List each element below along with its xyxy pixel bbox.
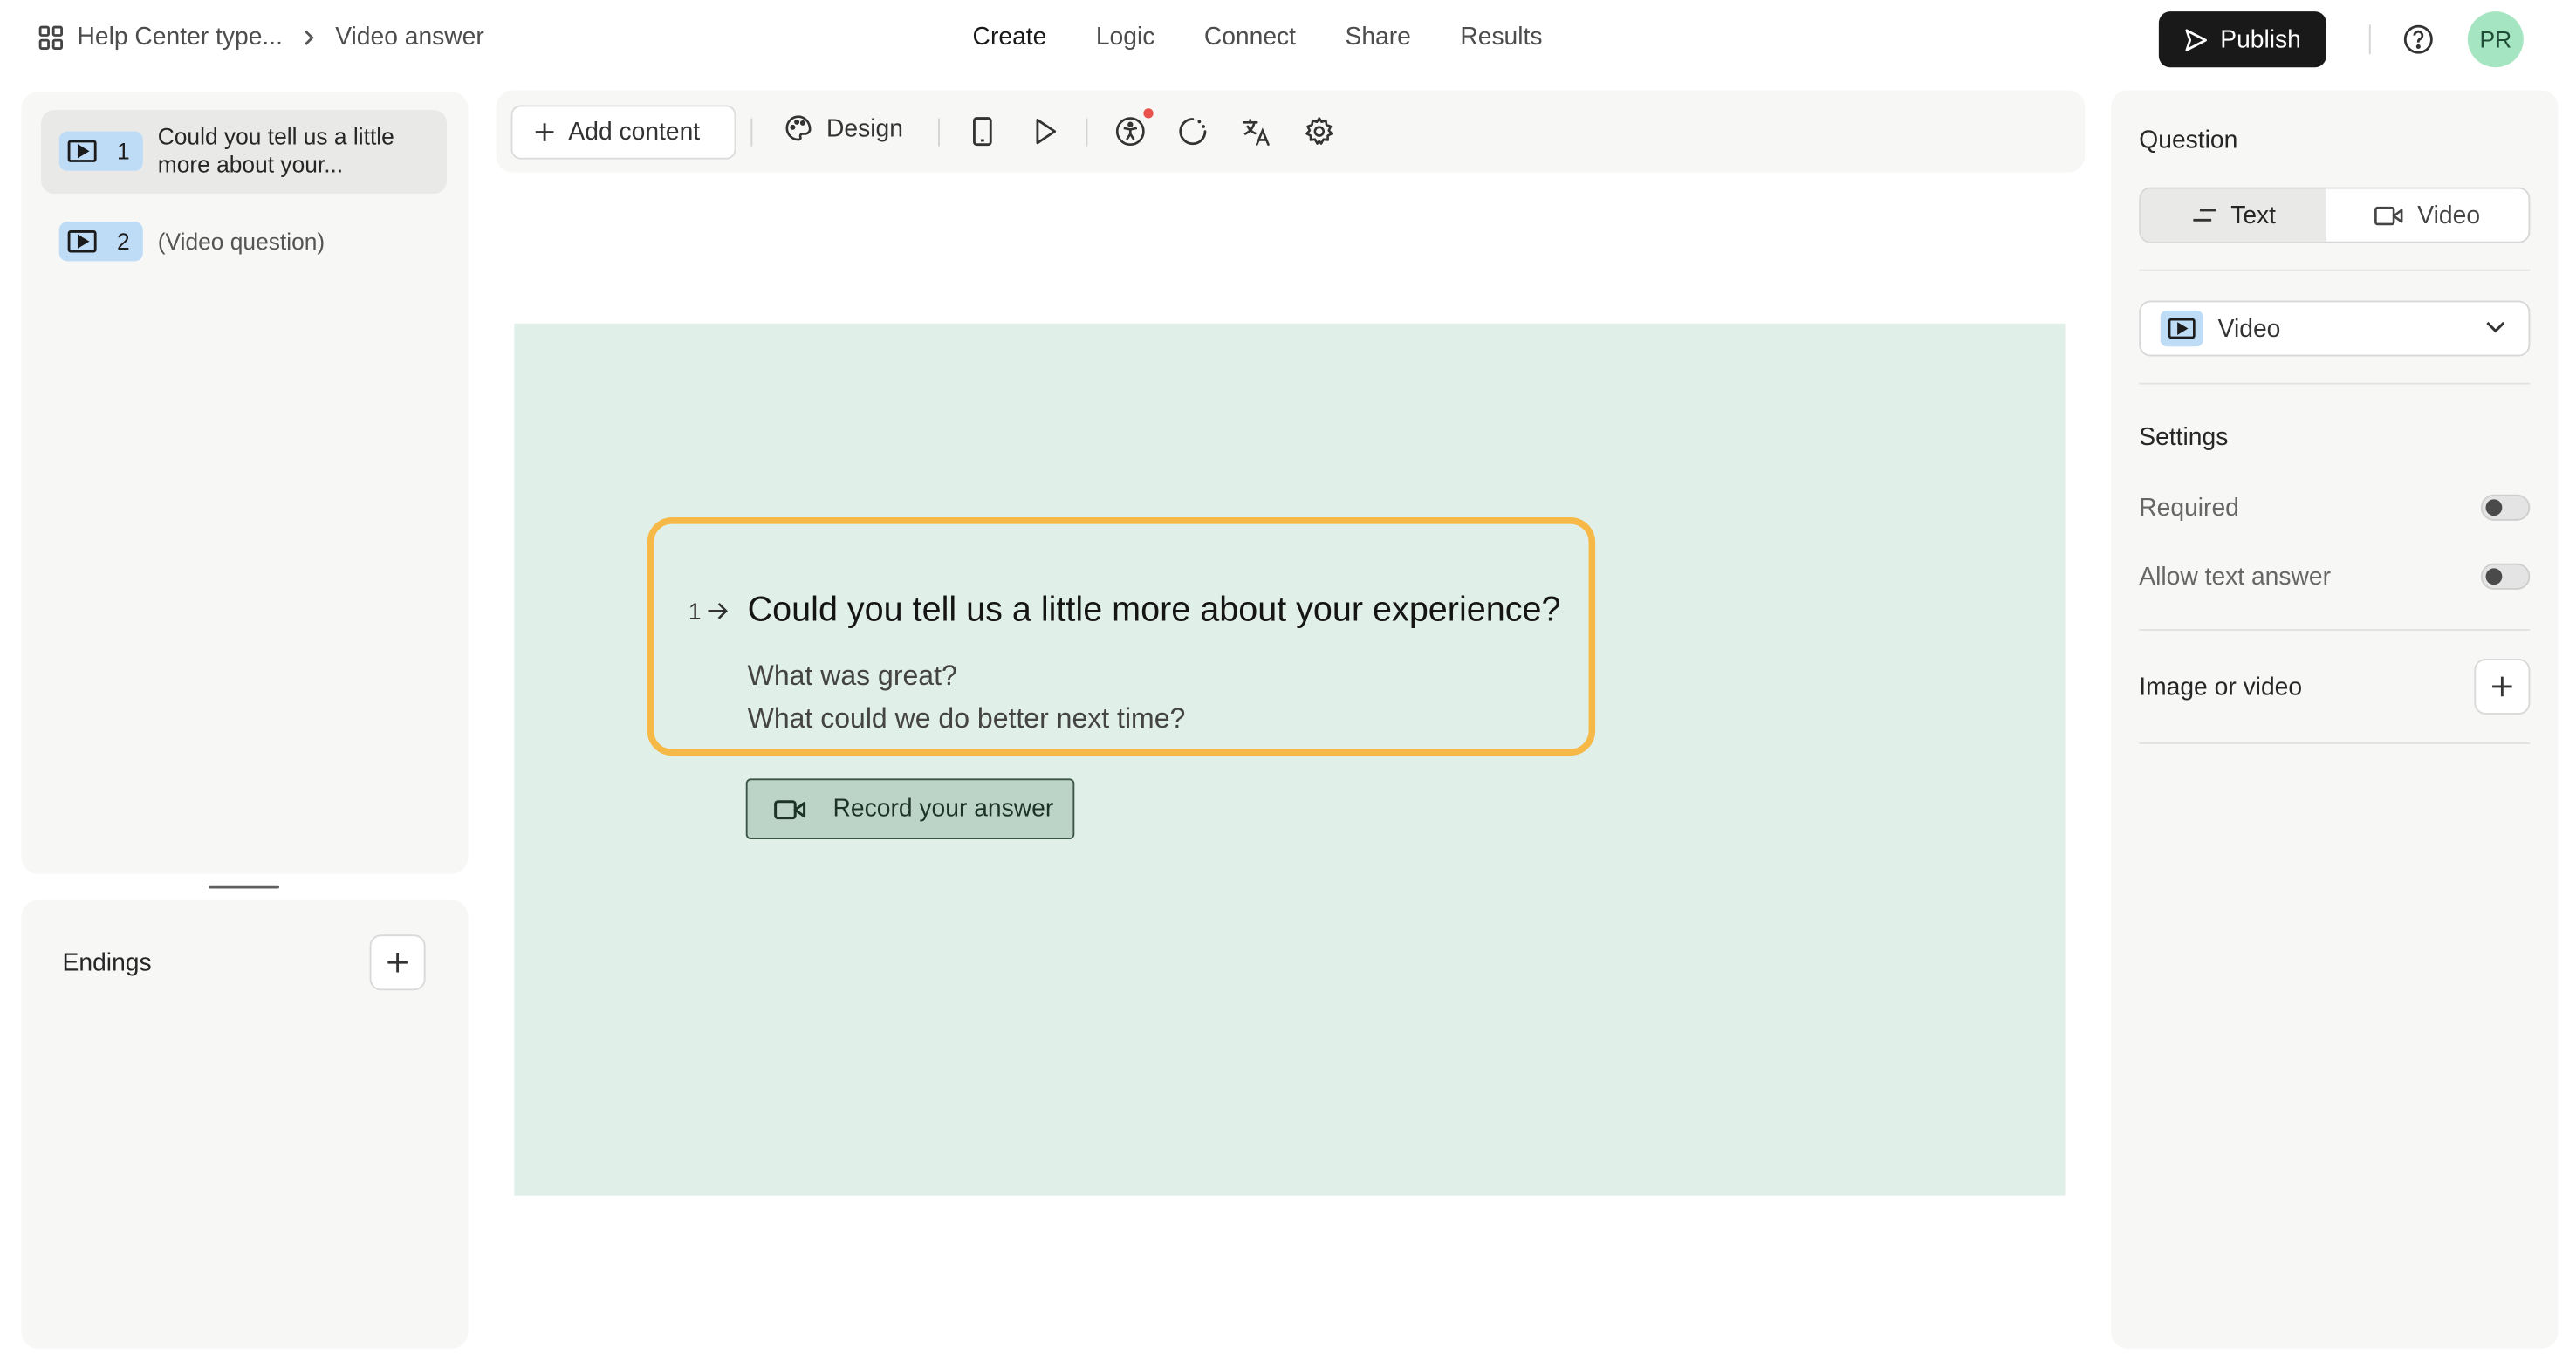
- header-divider: [2368, 24, 2371, 55]
- panel-divider: [2139, 629, 2531, 631]
- nav-connect[interactable]: Connect: [1204, 23, 1296, 51]
- nav-results[interactable]: Results: [1460, 23, 1542, 51]
- add-ending-button[interactable]: [369, 934, 426, 991]
- panel-divider: [2139, 269, 2531, 271]
- grid-icon[interactable]: [38, 24, 64, 50]
- translate-icon[interactable]: [1240, 115, 1273, 148]
- question-label-line1: Could you tell us a little: [157, 123, 394, 150]
- publish-label: Publish: [2220, 25, 2301, 54]
- design-button[interactable]: Design: [784, 113, 903, 143]
- question-label: Could you tell us a little more about yo…: [158, 123, 394, 179]
- form-preview-canvas[interactable]: 1 Could you tell us a little more about …: [514, 323, 2066, 1196]
- question-section-title: Question: [2139, 126, 2238, 154]
- toolbar-divider: [938, 118, 940, 147]
- image-or-video-title: Image or video: [2139, 673, 2303, 701]
- notification-dot: [1143, 108, 1154, 119]
- description-line2: What could we do better next time?: [747, 702, 1186, 735]
- format-video-option[interactable]: Video: [2326, 189, 2529, 242]
- gear-icon[interactable]: [1303, 115, 1336, 148]
- toolbar-divider: [750, 118, 753, 147]
- add-media-button[interactable]: [2474, 658, 2531, 715]
- video-question-icon: [2168, 318, 2196, 339]
- nav-share[interactable]: Share: [1345, 23, 1410, 51]
- question-number-indicator: 1: [689, 598, 730, 624]
- question-format-toggle: Text Video: [2139, 187, 2531, 243]
- panel-divider: [2139, 742, 2531, 744]
- toolbar-divider: [1086, 118, 1088, 147]
- video-camera-icon: [774, 799, 806, 819]
- add-content-button[interactable]: Add content: [510, 105, 736, 160]
- format-video-label: Video: [2417, 201, 2481, 229]
- chevron-right-icon: [303, 29, 316, 45]
- question-type-label: Video: [2217, 315, 2281, 344]
- nav-create[interactable]: Create: [973, 23, 1047, 51]
- question-block-selected[interactable]: 1 Could you tell us a little more about …: [647, 517, 1596, 756]
- endings-panel: Endings: [21, 899, 469, 1349]
- loading-spinner-icon[interactable]: [1176, 115, 1209, 148]
- settings-section-title: Settings: [2139, 423, 2229, 452]
- question-type-dropdown[interactable]: Video: [2139, 300, 2531, 357]
- top-bar: Help Center type... Video answer Create …: [0, 0, 2576, 82]
- description-line1: What was great?: [747, 660, 957, 692]
- question-list-panel: 1 Could you tell us a little more about …: [21, 92, 469, 874]
- question-number: 1: [688, 598, 702, 625]
- question-item-1[interactable]: 1 Could you tell us a little more about …: [41, 110, 448, 195]
- avatar[interactable]: PR: [2467, 11, 2524, 68]
- chevron-down-icon: [2486, 320, 2506, 333]
- required-label: Required: [2139, 494, 2239, 523]
- question-label-line2: more about your...: [157, 151, 344, 178]
- record-answer-label: Record your answer: [832, 795, 1054, 824]
- record-answer-button[interactable]: Record your answer: [745, 778, 1075, 840]
- send-icon: [2186, 28, 2208, 51]
- question-item-2[interactable]: 2 (Video question): [41, 203, 447, 282]
- panel-resize-handle[interactable]: [209, 885, 280, 889]
- toggle-knob: [2485, 499, 2503, 516]
- design-label: Design: [826, 113, 903, 142]
- add-content-label: Add content: [568, 118, 701, 147]
- question-badge: 2: [58, 222, 143, 262]
- plus-icon: [535, 123, 554, 141]
- play-preview-icon[interactable]: [1030, 115, 1059, 148]
- publish-button[interactable]: Publish: [2158, 11, 2326, 68]
- format-text-label: Text: [2230, 201, 2277, 229]
- question-type-badge: [2160, 310, 2203, 347]
- question-settings-panel: Question Text Video Video Settings Requi…: [2111, 90, 2559, 1349]
- video-question-icon: [67, 140, 97, 162]
- allow-text-answer-toggle[interactable]: [2480, 563, 2531, 590]
- question-number: 2: [117, 228, 130, 255]
- mobile-preview-icon[interactable]: [968, 115, 997, 148]
- nav-logic[interactable]: Logic: [1096, 23, 1155, 51]
- toggle-knob: [2485, 568, 2503, 585]
- question-title[interactable]: Could you tell us a little more about yo…: [748, 592, 1561, 631]
- plus-icon: [387, 952, 408, 973]
- palette-icon: [785, 115, 812, 141]
- allow-text-answer-label: Allow text answer: [2139, 563, 2332, 592]
- format-text-option[interactable]: Text: [2141, 188, 2326, 242]
- question-description[interactable]: What was great? What could we do better …: [748, 655, 1186, 741]
- question-label: (Video question): [157, 228, 325, 255]
- question-number: 1: [117, 138, 130, 165]
- help-icon[interactable]: [2402, 23, 2436, 56]
- breadcrumb-form-name[interactable]: Help Center type...: [77, 23, 282, 51]
- required-toggle[interactable]: [2480, 494, 2531, 521]
- main-nav: Create Logic Connect Share Results: [973, 23, 1592, 51]
- video-question-icon: [67, 230, 97, 253]
- arrow-right-icon: [708, 602, 728, 619]
- question-badge: 1: [58, 131, 143, 171]
- accessibility-icon[interactable]: [1113, 115, 1147, 148]
- endings-title: Endings: [62, 949, 152, 978]
- editor-toolbar: Add content Design: [496, 90, 2086, 173]
- video-camera-icon: [2374, 205, 2404, 225]
- panel-divider: [2139, 382, 2531, 385]
- text-lines-icon: [2192, 209, 2216, 222]
- breadcrumb-page[interactable]: Video answer: [335, 23, 484, 51]
- plus-icon: [2492, 676, 2512, 697]
- breadcrumb: Help Center type... Video answer: [38, 23, 484, 51]
